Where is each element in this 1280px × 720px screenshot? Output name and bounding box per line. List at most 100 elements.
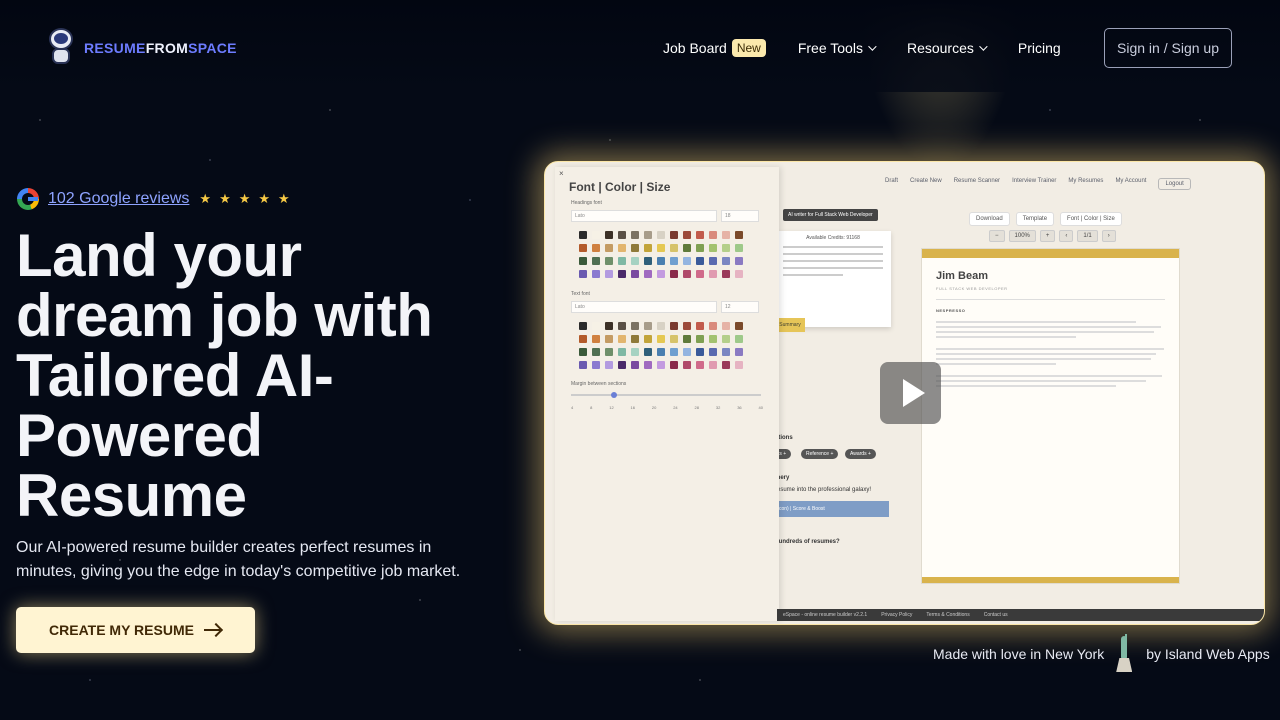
color-swatch	[631, 257, 639, 265]
signin-button[interactable]: Sign in / Sign up	[1104, 28, 1232, 68]
color-swatch	[722, 244, 730, 252]
color-swatch	[605, 270, 613, 278]
color-swatch	[696, 270, 704, 278]
margin-tick: 16	[630, 405, 635, 410]
color-swatch	[618, 231, 626, 239]
color-swatch	[657, 231, 665, 239]
preview-nav-item: My Resumes	[1068, 178, 1104, 184]
color-swatch	[618, 270, 626, 278]
google-icon	[17, 188, 39, 210]
color-swatch	[644, 322, 652, 330]
color-swatch	[579, 348, 587, 356]
close-icon: ×	[559, 169, 564, 178]
nav-resources[interactable]: Resources	[907, 40, 988, 56]
play-button[interactable]	[880, 362, 941, 424]
logo[interactable]: RESUMEFROMSPACE	[46, 28, 237, 68]
color-swatch	[592, 231, 600, 239]
color-swatch	[683, 231, 691, 239]
color-swatch	[696, 231, 704, 239]
color-swatch	[592, 270, 600, 278]
color-swatch	[579, 270, 587, 278]
preview-footer-link: Terms & Conditions	[926, 612, 970, 618]
hero-title: Land your dream job with Tailored AI-Pow…	[16, 222, 433, 529]
color-swatch	[722, 361, 730, 369]
margin-label: Margin between sections	[571, 381, 627, 387]
by-island-web-apps[interactable]: by Island Web Apps	[1146, 646, 1269, 662]
color-swatch	[722, 231, 730, 239]
color-swatch	[592, 348, 600, 356]
color-swatch	[657, 244, 665, 252]
color-swatch	[709, 335, 717, 343]
color-swatch	[644, 348, 652, 356]
resume-top-bar	[922, 249, 1179, 258]
color-swatch	[722, 270, 730, 278]
main-nav: Job Board New Free Tools Resources Prici…	[663, 28, 1061, 68]
color-swatch	[709, 244, 717, 252]
nav-job-board-label: Job Board	[663, 40, 727, 56]
margin-tick: 4	[571, 405, 574, 410]
color-swatch	[631, 348, 639, 356]
star-icon: ★	[199, 191, 212, 206]
color-swatch	[670, 257, 678, 265]
color-swatch	[709, 270, 717, 278]
google-reviews-link[interactable]: 102 Google reviews	[48, 190, 189, 208]
preview-download: Download	[969, 212, 1010, 226]
margin-slider	[571, 392, 761, 398]
color-swatch	[709, 231, 717, 239]
preview-app-nav: Draft Create New Resume Scanner Intervie…	[885, 178, 1191, 190]
color-swatch	[735, 361, 743, 369]
color-swatch	[670, 348, 678, 356]
color-swatch	[644, 244, 652, 252]
color-swatch	[631, 322, 639, 330]
color-swatch	[657, 322, 665, 330]
preview-nav-item: Resume Scanner	[953, 178, 1001, 184]
headings-font-label: Headings font	[571, 200, 602, 206]
preview-resume-page: Jim Beam FULL STACK WEB DEVELOPER NESPRE…	[921, 248, 1180, 584]
preview-nav-item: Create New	[910, 178, 942, 184]
create-resume-button[interactable]: CREATE MY RESUME	[16, 607, 255, 653]
color-swatch	[618, 361, 626, 369]
color-swatch	[618, 322, 626, 330]
color-swatch	[592, 257, 600, 265]
color-swatch	[709, 348, 717, 356]
color-swatch	[618, 257, 626, 265]
hundreds-text: hundreds of resumes?	[775, 539, 840, 545]
statue-of-liberty-icon	[1114, 634, 1134, 674]
color-swatch	[735, 335, 743, 343]
galaxy-text: resume into the professional galaxy!	[775, 487, 872, 493]
resume-bottom-bar	[922, 577, 1179, 583]
color-swatch	[579, 244, 587, 252]
color-swatch	[670, 270, 678, 278]
color-swatch	[657, 361, 665, 369]
preview-logout: Logout	[1158, 178, 1191, 190]
section-chip: Reference +	[801, 449, 839, 459]
star-icon: ★	[219, 191, 231, 206]
chevron-down-icon	[979, 42, 988, 51]
color-swatch	[631, 231, 639, 239]
color-swatch	[644, 361, 652, 369]
color-swatch	[735, 244, 743, 252]
summary-button: Summary	[775, 318, 805, 332]
color-swatch	[631, 244, 639, 252]
color-swatch	[709, 361, 717, 369]
star-icon: ★	[238, 191, 251, 206]
logo-text-from: FROM	[145, 40, 189, 56]
color-swatch	[696, 335, 704, 343]
margin-tick: 20	[651, 405, 657, 410]
nav-free-tools-label: Free Tools	[797, 40, 863, 56]
preview-font-color-size: Font | Color | Size	[1060, 212, 1122, 226]
nav-pricing[interactable]: Pricing	[1018, 40, 1061, 56]
preview-nav-item: Draft	[885, 178, 899, 184]
nav-job-board[interactable]: Job Board New	[663, 39, 766, 57]
resume-role: FULL STACK WEB DEVELOPER	[936, 286, 1008, 291]
logo-text-space: SPACE	[188, 40, 237, 56]
preview-toolbar: Download Template Font | Color | Size	[969, 212, 1122, 226]
color-swatch	[722, 322, 730, 330]
panel-title: Font | Color | Size	[569, 180, 671, 194]
color-swatch	[592, 244, 600, 252]
resume-name: Jim Beam	[936, 270, 988, 282]
color-swatch	[644, 270, 652, 278]
preview-template: Template	[1015, 212, 1055, 226]
nav-free-tools[interactable]: Free Tools	[797, 40, 877, 56]
color-swatch	[644, 257, 652, 265]
